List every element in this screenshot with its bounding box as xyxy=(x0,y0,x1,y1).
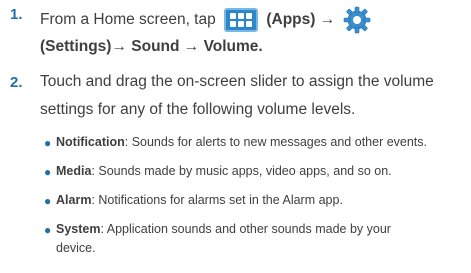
step-number: 2. xyxy=(10,74,23,91)
bullet-text: : Sounds for alerts to new messages and … xyxy=(124,135,428,149)
step-1-text: From a Home screen, tap xyxy=(40,11,216,29)
bullet-dot: ● xyxy=(44,194,52,208)
step-1-line-1: From a Home screen, tap (Apps) → xyxy=(40,5,374,35)
list-item: System: Application sounds and other sou… xyxy=(56,222,391,236)
bullet-dot: ● xyxy=(44,136,52,150)
apps-label: (Apps) → xyxy=(266,11,336,29)
bullet-term: System xyxy=(56,222,101,236)
bullet-dot: ● xyxy=(44,223,52,237)
gear-icon xyxy=(343,6,370,34)
bullet-term: Media xyxy=(56,164,92,178)
bullet-term: Alarm xyxy=(56,193,92,207)
step-2-line-1: Touch and drag the on-screen slider to a… xyxy=(40,73,434,90)
list-item: Alarm: Notifications for alarms set in t… xyxy=(56,193,343,207)
bullet-dot: ● xyxy=(44,165,52,179)
list-item-continuation: device. xyxy=(56,241,96,255)
bullet-term: Notification xyxy=(56,135,125,149)
bullet-text: : Application sounds and other sounds ma… xyxy=(100,222,391,236)
step-number: 1. xyxy=(10,6,23,23)
bullet-text: : Notifications for alarms set in the Al… xyxy=(91,193,343,207)
step-2-line-2: settings for any of the following volume… xyxy=(40,101,356,118)
list-item: Notification: Sounds for alerts to new m… xyxy=(56,135,427,149)
list-item: Media: Sounds made by music apps, video … xyxy=(56,164,392,178)
step-1-line-2: (Settings)→ Sound → Volume. xyxy=(40,38,263,55)
bullet-text: : Sounds made by music apps, video apps,… xyxy=(91,164,392,178)
apps-icon xyxy=(224,8,259,32)
